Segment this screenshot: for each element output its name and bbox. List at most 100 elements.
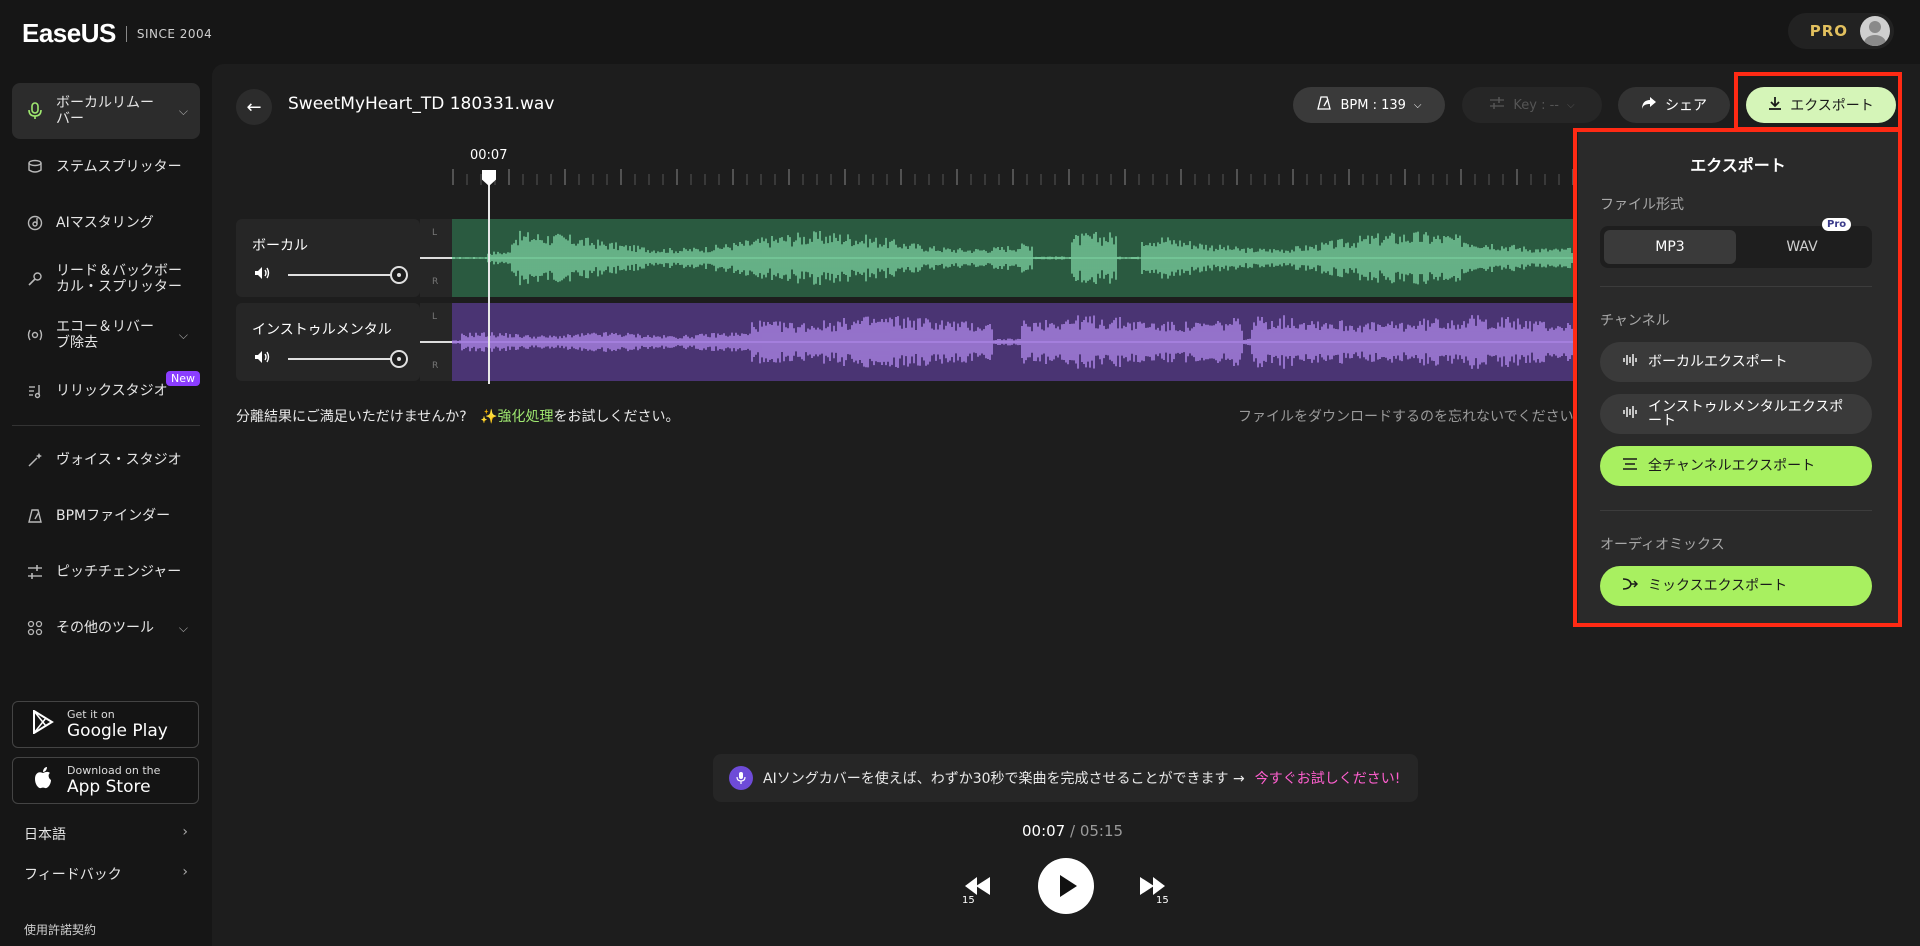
sidebar-item-lyrics-studio[interactable]: リリックスタジオ New [12,363,200,419]
pro-label: PRO [1809,22,1848,40]
google-play-button[interactable]: Get it on Google Play [12,701,199,748]
sidebar-item-bpm-finder[interactable]: BPMファインダー [12,488,200,544]
volume-icon[interactable] [254,266,272,284]
sidebar-item-label: ステムスプリッター [56,159,182,175]
logo-divider [125,25,127,42]
sidebar-item-label: その他のツール [56,620,154,636]
waveform-vocal[interactable] [452,219,1574,297]
mic-split-icon [26,270,44,288]
sparkle-icon [26,451,44,469]
account-pro-button[interactable]: PRO [1788,13,1894,49]
track-controls: ボーカル [236,219,420,297]
timeline-ruler[interactable] [452,168,1574,186]
app-store-button[interactable]: Download on the App Store [12,757,199,804]
sidebar-item-voice-studio[interactable]: ヴォイス・スタジオ [12,432,200,488]
chevron-down-icon: ⌵ [1413,99,1422,111]
sidebar-item-vocal-remover[interactable]: ボーカルリムーバー ⌵ [12,83,200,139]
enhance-hint: 分離結果にご満足いただけませんか? ✨強化処理をお試しください。 [236,406,680,426]
playhead-time: 00:07 [470,148,508,163]
skip-forward-seconds: 15 [1156,895,1169,906]
share-icon [1641,96,1657,114]
sidebar-item-label: AIマスタリング [56,215,154,231]
sidebar: ボーカルリムーバー ⌵ ステムスプリッター AIマスタリング リード＆バックボー… [12,83,200,656]
chevron-right-icon: › [182,864,188,880]
volume-slider-handle[interactable] [390,350,408,368]
sidebar-item-ai-mastering[interactable]: AIマスタリング [12,195,200,251]
hint-suffix: をお試しください。 [553,409,680,425]
store-big-text: Google Play [67,721,168,741]
right-channel-label: R [432,277,439,287]
apple-icon [31,766,55,796]
feedback-label: フィードバック [24,867,122,883]
sliders-icon [1489,96,1505,114]
arrow-left-icon: ← [246,96,262,118]
promo-link[interactable]: 今すぐお試しください! [1255,768,1401,788]
sidebar-item-lead-back-splitter[interactable]: リード＆バックボーカル・スプリッター [12,251,200,307]
sidebar-item-more-tools[interactable]: その他のツール ⌵ [12,600,200,656]
sidebar-item-pitch-changer[interactable]: ピッチチェンジャー [12,544,200,600]
bpm-button[interactable]: BPM : 139 ⌵ [1293,87,1445,123]
share-label: シェア [1665,98,1707,114]
echo-icon [26,326,44,344]
time-readout: 00:07 / 05:15 [1022,822,1123,840]
play-button[interactable] [1038,858,1094,914]
waveform-instrumental[interactable] [452,303,1574,381]
sidebar-item-echo-reverb[interactable]: エコー＆リバーブ除去 ⌵ [12,307,200,363]
sidebar-item-label: エコー＆リバーブ除去 [56,319,154,351]
right-channel-label: R [432,361,439,371]
metronome-icon [26,507,44,525]
sidebar-item-label: ヴォイス・スタジオ [56,452,182,468]
store-small-text: Download on the [67,764,161,777]
brand-since: SINCE 2004 [136,26,213,41]
terms-link[interactable]: 使用許諾契約 [24,921,96,938]
bpm-label: BPM : 139 [1340,97,1406,113]
volume-slider-track[interactable] [288,274,400,276]
chevron-down-icon: ⌵ [1567,99,1575,111]
key-button[interactable]: Key : -- ⌵ [1462,87,1602,123]
sidebar-item-label: リリックスタジオ [56,383,168,399]
microphone-icon [26,102,44,120]
language-selector[interactable]: 日本語 › [24,824,188,844]
channel-indicator: L R [420,219,452,297]
ai-cover-promo: AIソングカバーを使えば、わずか30秒で楽曲を完成させることができます → 今す… [713,754,1418,802]
feedback-link[interactable]: フィードバック › [24,864,188,884]
track-vocal: ボーカル L R [236,219,1574,297]
track-controls: インストゥルメンタル [236,303,420,381]
channel-divider [420,257,452,259]
sidebar-item-label: BPMファインダー [56,508,171,524]
chevron-down-icon: ⌵ [178,620,188,635]
volume-slider-handle[interactable] [390,266,408,284]
skip-back-button[interactable]: 15 [962,874,992,906]
sidebar-item-stem-splitter[interactable]: ステムスプリッター [12,139,200,195]
left-channel-label: L [432,228,438,238]
disc-icon [26,214,44,232]
volume-icon[interactable] [254,350,272,368]
sidebar-item-label: リード＆バックボーカル・スプリッター [56,263,182,295]
google-play-icon [31,708,55,740]
sliders-icon [26,563,44,581]
time-separator: / [1065,822,1080,840]
avatar[interactable] [1860,16,1890,46]
share-button[interactable]: シェア [1618,87,1730,123]
enhance-link[interactable]: ✨強化処理 [480,409,553,425]
chevron-down-icon: ⌵ [178,327,188,342]
sidebar-divider [12,425,200,426]
lyrics-icon [26,382,44,400]
file-title: SweetMyHeart_TD 180331.wav [288,94,555,114]
microphone-icon [729,766,753,790]
track-name: インストゥルメンタル [252,322,392,338]
sidebar-item-label: ボーカルリムーバー [56,95,154,127]
skip-forward-button[interactable]: 15 [1138,874,1169,906]
highlight-box-export [1734,72,1902,131]
grid-icon [26,619,44,637]
volume-slider-track[interactable] [288,358,400,360]
key-label: Key : -- [1513,97,1559,113]
store-big-text: App Store [67,777,151,797]
playhead-line[interactable] [488,178,490,384]
new-badge: New [166,371,200,386]
channel-indicator: L R [420,303,452,381]
track-instrumental: インストゥルメンタル L R [236,303,1574,381]
sidebar-item-label: ピッチチェンジャー [56,564,182,580]
back-button[interactable]: ← [236,89,272,125]
store-small-text: Get it on [67,708,115,721]
